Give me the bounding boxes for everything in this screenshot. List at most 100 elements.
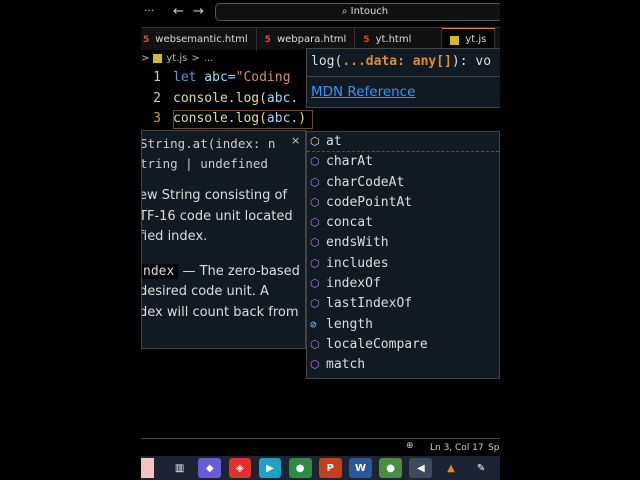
method-icon: ⬡ [310,297,320,311]
taskbar-vlc-icon[interactable]: ▲ [439,458,463,478]
back-button[interactable]: ← [173,4,184,19]
taskbar-word-icon[interactable]: W [349,458,372,478]
html-file-icon: 5 [143,34,150,45]
taskbar-remote-icon[interactable]: ▶ [258,458,282,478]
suggestion-item-indexOf[interactable]: ⬡ indexOf [307,274,499,294]
details-description: ew String consisting of TF-16 code unit … [141,186,305,344]
tab-label: websemantic.html [155,33,248,45]
line-number: 3 [153,111,161,126]
more-menu-icon[interactable]: ··· [144,4,155,17]
taskbar-paint-icon[interactable]: ✎ [469,458,493,478]
taskbar-anydesk-icon[interactable]: ◈ [228,458,252,478]
start-thumbnail[interactable] [141,458,155,478]
taskbar-task-view-icon[interactable]: ▥ [168,458,191,478]
vscode-window: ··· ← → ⌕ Intouch 5 websemantic.html 5 web… [141,0,500,480]
field-icon: ⊘ [310,317,317,331]
js-file-icon [153,54,163,63]
suggestion-label: includes [326,255,389,271]
suggestion-list[interactable]: ⬡ at ⬡ charAt ⬡ charCodeAt ⬡ codePointAt ⬡ concat… [306,131,500,379]
editor-tabs: 5 websemantic.html 5 webpara.html 5 yt.html… [141,27,500,51]
param-name: ndex [142,263,179,279]
suggestion-item-codePointAt[interactable]: ⬡ codePointAt [307,193,499,213]
suggestion-item-endsWith[interactable]: ⬡ endsWith [307,233,499,253]
taskbar-chrome-icon[interactable]: ● [288,458,312,478]
method-icon: ⬡ [310,155,320,169]
suggestion-item-concat[interactable]: ⬡ concat [307,213,499,233]
doc-line: desired code unit. A [141,284,269,299]
doc-line: dex will count back from [141,304,299,320]
code-line[interactable]: 1 let abc="Coding [141,68,306,89]
variable: abc. [266,90,299,106]
indentation-status[interactable]: Sp [488,443,499,453]
method-icon: ⬡ [310,216,320,230]
suggestion-label: indexOf [326,276,381,292]
suggestion-label: lastIndexOf [326,296,413,312]
suggestion-item-lastIndexOf[interactable]: ⬡ lastIndexOf [307,294,499,314]
variable: abc= [196,70,236,85]
zoom-icon[interactable]: ⊕ [406,441,414,451]
line-number: 1 [153,70,161,85]
command-center-search[interactable]: ⌕ Intouch [215,3,500,21]
method-icon: ⬡ [310,134,320,148]
html-file-icon: 5 [264,34,271,45]
doc-line: TF-16 code unit located [141,208,293,224]
function-call: console.log( [173,90,267,106]
breadcrumb-symbols[interactable]: ... [204,53,214,64]
taskbar-copilot-icon[interactable]: ◆ [198,458,222,478]
cursor-position[interactable]: Ln 3, Col 17 [430,443,484,453]
doc-line: ew String consisting of [141,188,288,203]
taskbar-powerpoint-icon[interactable]: P [319,458,342,478]
suggestion-item-localeCompare[interactable]: ⬡ localeCompare [307,335,499,355]
taskbar-chrome-profile-icon[interactable]: ● [379,458,402,478]
suggestion-item-length[interactable]: ⊘ length [307,315,499,335]
doc-line: . [142,323,305,344]
details-signature: String.at(index: n [141,136,276,151]
breadcrumb-file[interactable]: yt.js [166,53,187,64]
suggestion-item-at[interactable]: ⬡ at [307,132,499,153]
suggestion-item-includes[interactable]: ⬡ includes [307,254,499,274]
method-icon: ⬡ [310,358,320,372]
suggestion-label: charAt [326,154,373,170]
active-parameter: ...data: any[] [342,54,452,69]
breadcrumb: > yt.js > ... [141,53,213,64]
mdn-reference-link[interactable]: MDN Reference [307,77,500,107]
method-icon: ⬡ [310,236,320,250]
search-label: Intouch [350,6,389,17]
breadcrumb-separator: > [141,53,150,64]
suggestion-item-charCodeAt[interactable]: ⬡ charCodeAt [307,173,499,193]
signature-prefix: log( [311,54,343,69]
search-icon: ⌕ [341,6,348,17]
suggestion-item-match[interactable]: ⬡ match [307,355,499,375]
suggestion-label: charCodeAt [326,174,405,190]
suggestion-item-charAt[interactable]: ⬡ charAt [307,152,499,172]
current-line-highlight [173,110,313,129]
js-file-icon [450,35,460,45]
suggestion-label: endsWith [326,235,389,251]
suggestion-details-panel: String.at(index: n tring | undefined × e… [141,130,306,349]
string-literal: "Coding [235,70,291,85]
parameter-hint-widget: log(...data: any[]): vo MDN Reference [306,48,500,108]
doc-line: fied index. [141,229,208,244]
keyword: let [173,70,197,85]
forward-button[interactable]: → [193,4,204,19]
suggestion-label: codePointAt [326,194,413,210]
code-line[interactable]: 2 console.log(abc. [141,89,306,110]
suggestion-label: at [326,133,342,149]
suggestion-label: match [326,357,366,373]
code-editor[interactable]: 1 let abc="Coding 2 console.log(abc. 3 cons… [141,68,313,130]
close-icon[interactable]: × [291,134,300,147]
method-icon: ⬡ [310,337,320,351]
taskbar: ▥ ◆ ◈ ▶ ● P W ● ◀ ▲ ✎ [141,456,500,480]
suggestion-label: concat [326,215,373,231]
code-line-current[interactable]: 3 console.log(abc.) [141,109,313,130]
method-icon: ⬡ [310,256,320,270]
tab-websemantic[interactable]: 5 websemantic.html [141,28,257,51]
method-icon: ⬡ [310,195,320,209]
signature: log(...data: any[]): vo [307,49,500,77]
method-icon: ⬡ [310,277,320,291]
details-return-type: tring | undefined [141,156,268,171]
breadcrumb-separator: > [191,53,200,64]
suggestion-label: localeCompare [326,336,428,352]
taskbar-vscode-icon[interactable]: ◀ [409,458,433,478]
title-bar: ··· ← → ⌕ Intouch [141,0,500,26]
